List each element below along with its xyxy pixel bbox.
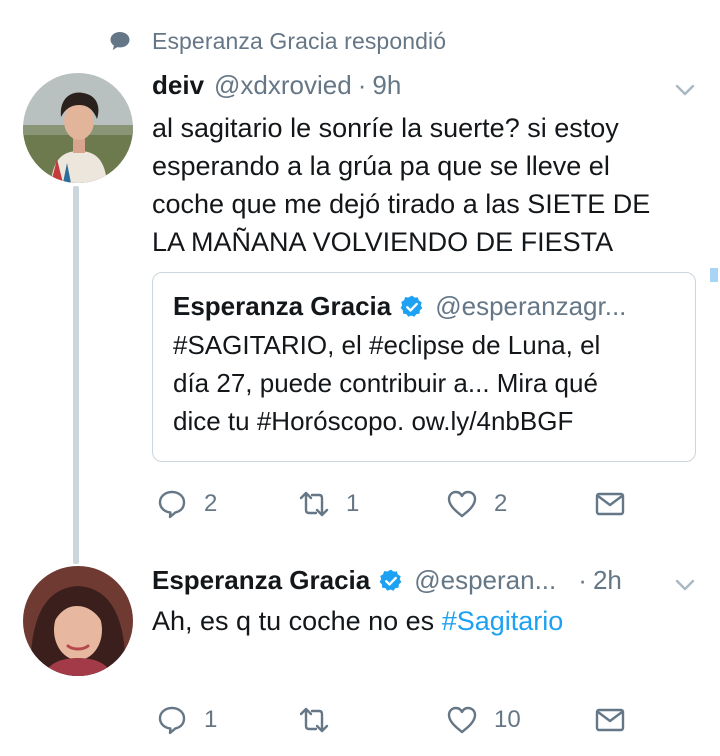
tweet-line: esperando a la grúa pa que se lleve el <box>152 151 610 181</box>
thread-connector <box>73 186 79 564</box>
verified-badge-icon <box>400 295 423 317</box>
quoted-tweet-body: #SAGITARIO, el #eclipse de Luna, el día … <box>173 326 675 440</box>
quoted-tweet-header: Esperanza Gracia @esperanzagr... <box>173 291 675 322</box>
like-button[interactable]: 10 <box>446 700 521 740</box>
social-context[interactable]: Esperanza Gracia respondió <box>108 26 446 56</box>
scroll-indicator[interactable] <box>710 268 718 282</box>
tweet-actions: 2 1 2 <box>152 484 632 524</box>
retweet-button[interactable] <box>298 700 346 740</box>
separator-dot: · <box>578 565 587 595</box>
retweet-button[interactable]: 1 <box>298 484 359 524</box>
direct-message-button[interactable] <box>594 484 626 524</box>
reply-button[interactable]: 1 <box>156 700 217 740</box>
retweet-count: 1 <box>346 490 360 517</box>
author-handle[interactable]: @esperan... <box>414 565 556 596</box>
envelope-icon <box>595 708 625 732</box>
quoted-author-name: Esperanza Gracia <box>173 291 392 321</box>
tweet-body: Ah, es q tu coche no es #Sagitario <box>152 602 563 640</box>
separator-dot: · <box>357 70 367 100</box>
avatar-esperanza-gracia[interactable] <box>23 566 133 676</box>
author-name[interactable]: deiv <box>152 70 204 101</box>
verified-badge-icon <box>379 569 402 591</box>
like-count: 10 <box>494 706 521 733</box>
envelope-icon <box>595 492 625 516</box>
tweet-header: deiv @xdxrovied · 9h <box>152 70 401 101</box>
quoted-tweet-line: día 27, puede contribuir a... Mira qué <box>173 368 598 398</box>
tweet-text-prefix: Ah, es q tu coche no es <box>152 606 442 636</box>
reply-button[interactable]: 2 <box>156 484 217 524</box>
timeline: Esperanza Gracia respondió deiv @xdxrovi… <box>0 0 720 756</box>
reply-bubble-icon <box>110 32 130 50</box>
tweet-line: LA MAÑANA VOLVIENDO DE FIESTA <box>152 227 614 257</box>
retweet-icon <box>299 707 329 733</box>
timestamp[interactable]: 2h <box>593 565 622 596</box>
like-count: 2 <box>494 490 508 517</box>
tweet-line: coche que me dejó tirado a las SIETE DE <box>152 189 651 219</box>
reply-icon <box>158 706 186 735</box>
reply-count: 2 <box>204 490 218 517</box>
like-button[interactable]: 2 <box>446 484 507 524</box>
tweet-header: Esperanza Gracia @esperan... · 2h <box>152 565 622 596</box>
heart-icon <box>447 490 477 518</box>
chevron-down-icon[interactable] <box>673 573 697 597</box>
retweet-icon <box>299 491 329 517</box>
tweet-body: al sagitario le sonríe la suerte? si est… <box>152 109 650 261</box>
reply-icon <box>158 490 186 519</box>
direct-message-button[interactable] <box>594 700 626 740</box>
tweet-actions: 1 10 <box>152 700 632 740</box>
reply-count: 1 <box>204 706 218 733</box>
quoted-tweet-line: dice tu #Horóscopo. ow.ly/4nbBGF <box>173 406 574 436</box>
hashtag-link[interactable]: #Sagitario <box>442 606 564 636</box>
quoted-tweet-line: #SAGITARIO, el #eclipse de Luna, el <box>173 330 601 360</box>
author-handle[interactable]: @xdxrovied <box>214 70 352 101</box>
quoted-author-handle: @esperanzagr... <box>435 291 627 321</box>
social-context-text: Esperanza Gracia respondió <box>152 27 447 54</box>
timestamp[interactable]: 9h <box>372 70 401 101</box>
author-name[interactable]: Esperanza Gracia <box>152 565 370 596</box>
chevron-down-icon[interactable] <box>673 78 697 102</box>
tweet-line: al sagitario le sonríe la suerte? si est… <box>152 113 619 143</box>
heart-icon <box>447 706 477 734</box>
avatar-deiv[interactable] <box>23 73 133 183</box>
quoted-tweet-card[interactable]: Esperanza Gracia @esperanzagr... #SAGITA… <box>152 272 696 462</box>
